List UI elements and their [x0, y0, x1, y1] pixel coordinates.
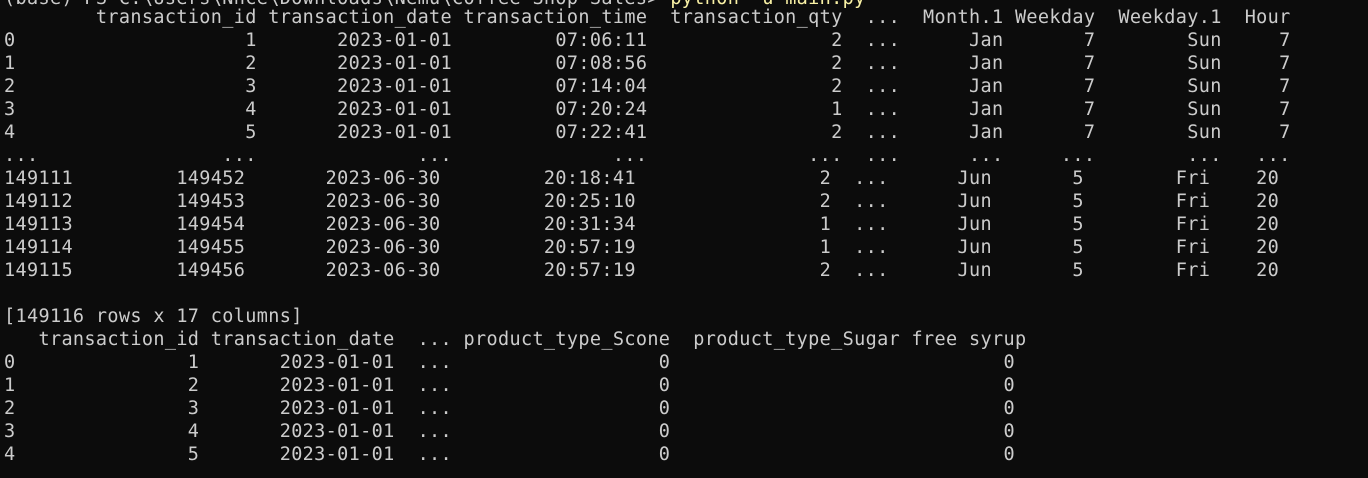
df2-row: 0 1 2023-01-01 ... 0 0	[4, 352, 1015, 373]
df2-row: 4 5 2023-01-01 ... 0 0	[4, 444, 1015, 465]
df2-row: 2 3 2023-01-01 ... 0 0	[4, 398, 1015, 419]
df1-row: 149113 149454 2023-06-30 20:31:34 1 ... …	[4, 214, 1280, 235]
df1-row: 149112 149453 2023-06-30 20:25:10 2 ... …	[4, 191, 1280, 212]
df2-header-row: transaction_id transaction_date ... prod…	[4, 329, 1027, 350]
df2-row: 1 2 2023-01-01 ... 0 0	[4, 375, 1015, 396]
df1-row: 149114 149455 2023-06-30 20:57:19 1 ... …	[4, 237, 1280, 258]
df1-row: 149115 149456 2023-06-30 20:57:19 2 ... …	[4, 260, 1280, 281]
df1-ellipsis-row: ... ... ... ... ... ... ... ... ... ...	[4, 145, 1291, 166]
df1-shape-summary: [149116 rows x 17 columns]	[4, 306, 303, 327]
df1-row: 2 3 2023-01-01 07:14:04 2 ... Jan 7 Sun …	[4, 76, 1291, 97]
df2-row: 3 4 2023-01-01 ... 0 0	[4, 421, 1015, 442]
df1-row: 3 4 2023-01-01 07:20:24 1 ... Jan 7 Sun …	[4, 99, 1291, 120]
df1-row: 0 1 2023-01-01 07:06:11 2 ... Jan 7 Sun …	[4, 30, 1291, 51]
df1-row: 4 5 2023-01-01 07:22:41 2 ... Jan 7 Sun …	[4, 122, 1291, 143]
df1-row: 1 2 2023-01-01 07:08:56 2 ... Jan 7 Sun …	[4, 53, 1291, 74]
df1-row: 149111 149452 2023-06-30 20:18:41 2 ... …	[4, 168, 1280, 189]
df1-header-row: transaction_id transaction_date transact…	[4, 7, 1291, 28]
terminal-window[interactable]: (base) PS C:\Users\Nhce\Downloads\Nemu\C…	[0, 0, 1368, 478]
